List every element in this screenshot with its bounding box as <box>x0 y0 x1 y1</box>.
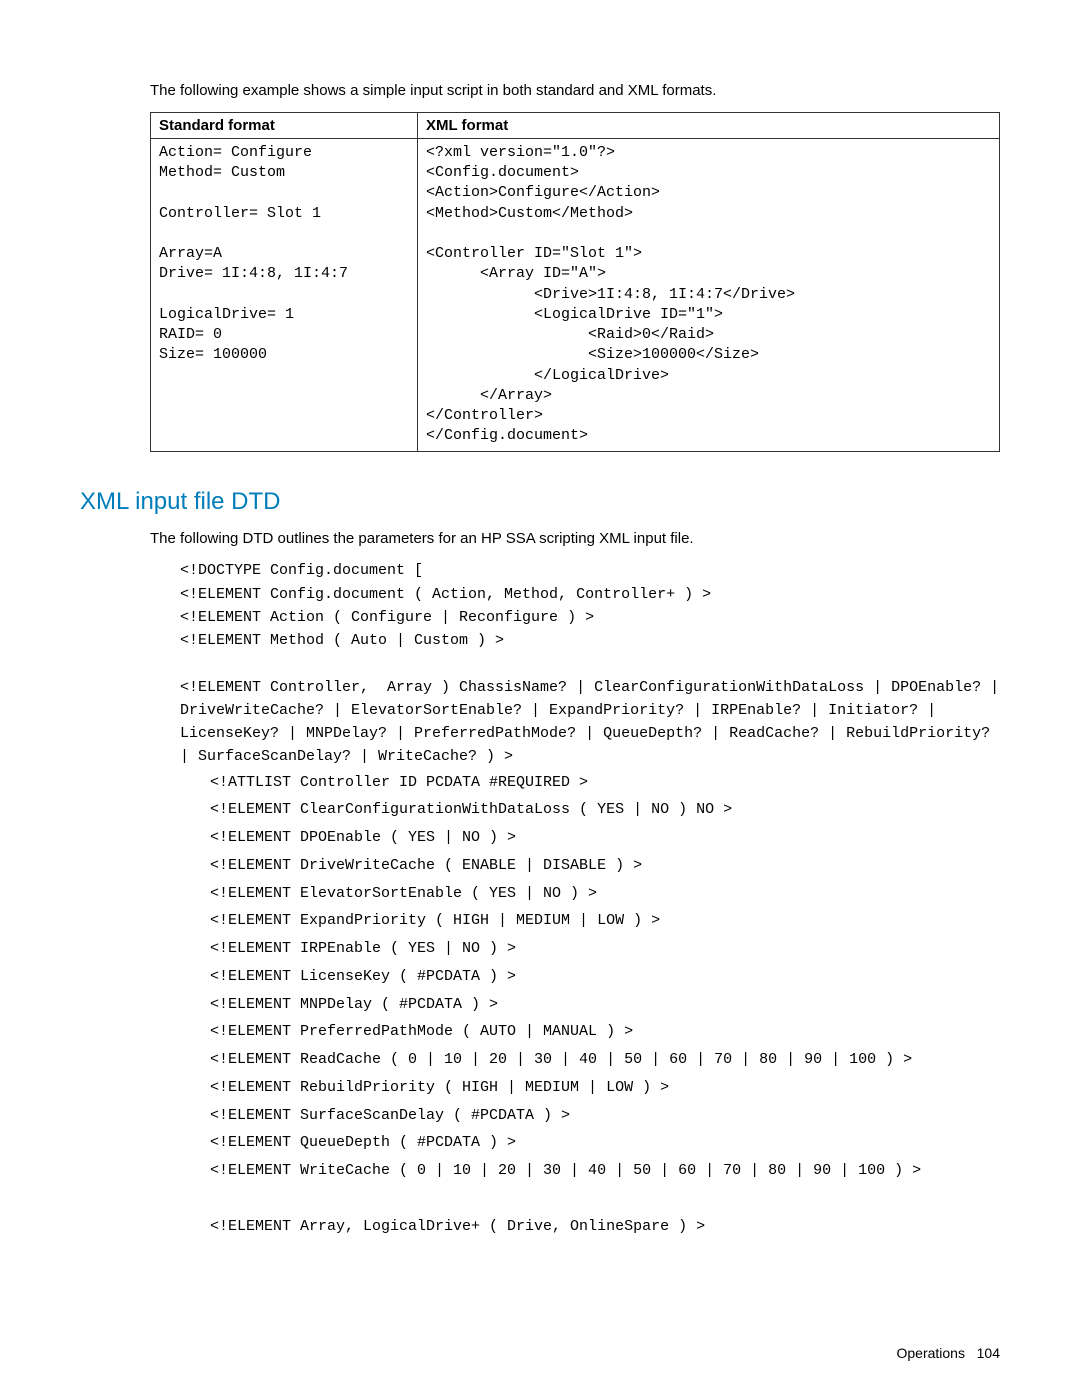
format-comparison-table: Standard format XML format Action= Confi… <box>150 112 1000 452</box>
xml-format-cell: <?xml version="1.0"?> <Config.document> … <box>418 138 1000 451</box>
dtd-line: <!ELEMENT DPOEnable ( YES | NO ) > <box>210 824 1000 852</box>
header-standard: Standard format <box>151 112 418 138</box>
dtd-line: <!ELEMENT Array, LogicalDrive+ ( Drive, … <box>210 1213 1000 1241</box>
dtd-line: <!ELEMENT WriteCache ( 0 | 10 | 20 | 30 … <box>210 1157 1000 1185</box>
header-xml: XML format <box>418 112 1000 138</box>
dtd-line: <!ELEMENT SurfaceScanDelay ( #PCDATA ) > <box>210 1102 1000 1130</box>
dtd-line: <!ATTLIST Controller ID PCDATA #REQUIRED… <box>210 769 1000 797</box>
dtd-line: <!ELEMENT LicenseKey ( #PCDATA ) > <box>210 963 1000 991</box>
dtd-line: <!ELEMENT IRPEnable ( YES | NO ) > <box>210 935 1000 963</box>
dtd-line: <!ELEMENT DriveWriteCache ( ENABLE | DIS… <box>210 852 1000 880</box>
dtd-line: <!ELEMENT ExpandPriority ( HIGH | MEDIUM… <box>210 907 1000 935</box>
footer-page-number: 104 <box>977 1345 1000 1361</box>
page-footer: Operations 104 <box>896 1345 1000 1361</box>
dtd-block-indented: <!ATTLIST Controller ID PCDATA #REQUIRED… <box>210 769 1000 1241</box>
dtd-line <box>210 1185 1000 1213</box>
dtd-line: <!ELEMENT ElevatorSortEnable ( YES | NO … <box>210 880 1000 908</box>
dtd-line: <!ELEMENT ReadCache ( 0 | 10 | 20 | 30 |… <box>210 1046 1000 1074</box>
dtd-line: <!ELEMENT QueueDepth ( #PCDATA ) > <box>210 1129 1000 1157</box>
dtd-line: <!ELEMENT ClearConfigurationWithDataLoss… <box>210 796 1000 824</box>
section-lead: The following DTD outlines the parameter… <box>150 528 1000 550</box>
section-title: XML input file DTD <box>80 488 1000 516</box>
dtd-block-top: <!DOCTYPE Config.document [ <!ELEMENT Co… <box>180 559 1000 768</box>
standard-format-cell: Action= Configure Method= Custom Control… <box>151 138 418 451</box>
dtd-line: <!ELEMENT PreferredPathMode ( AUTO | MAN… <box>210 1018 1000 1046</box>
footer-section: Operations <box>896 1345 964 1361</box>
dtd-line: <!ELEMENT RebuildPriority ( HIGH | MEDIU… <box>210 1074 1000 1102</box>
intro-text: The following example shows a simple inp… <box>150 80 1000 102</box>
dtd-line: <!ELEMENT MNPDelay ( #PCDATA ) > <box>210 991 1000 1019</box>
